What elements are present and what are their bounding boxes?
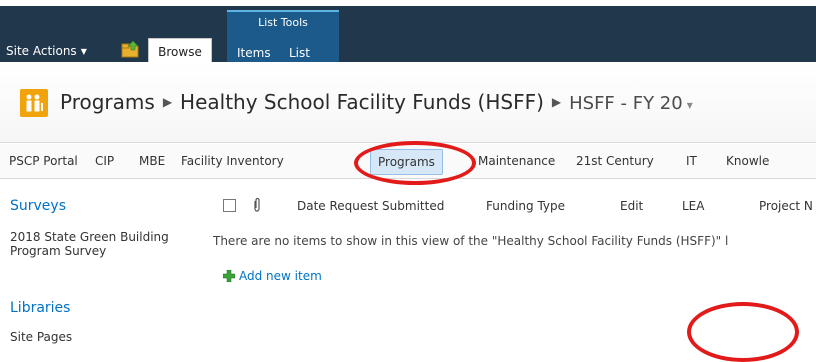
- quicklaunch-survey-link[interactable]: 2018 State Green Building Program Survey: [10, 230, 200, 258]
- site-actions-label: Site Actions: [6, 44, 77, 58]
- quicklaunch-libraries-heading[interactable]: Libraries: [10, 300, 70, 316]
- chevron-right-icon: ▶: [162, 95, 173, 109]
- topnav-mbe[interactable]: MBE: [139, 154, 165, 168]
- chevron-down-icon: ▼: [80, 47, 87, 56]
- select-all-checkbox[interactable]: [223, 199, 236, 212]
- tab-browse[interactable]: Browse: [148, 38, 212, 63]
- topnav-facility-inventory[interactable]: Facility Inventory: [181, 154, 284, 168]
- topnav-knowledge[interactable]: Knowle: [726, 154, 769, 168]
- column-edit[interactable]: Edit: [620, 199, 643, 213]
- add-new-item-link[interactable]: Add new item: [239, 269, 322, 283]
- column-date-request-submitted[interactable]: Date Request Submitted: [297, 199, 444, 213]
- chevron-right-icon: ▶: [551, 95, 562, 109]
- quicklaunch-surveys-heading[interactable]: Surveys: [10, 198, 66, 214]
- view-dropdown-icon[interactable]: ▾: [687, 98, 693, 112]
- breadcrumb-programs[interactable]: Programs: [60, 90, 155, 114]
- tab-list[interactable]: List: [289, 46, 310, 60]
- site-actions-menu[interactable]: Site Actions ▼: [6, 44, 87, 59]
- column-project-name[interactable]: Project N: [759, 199, 813, 213]
- breadcrumb-hsff[interactable]: Healthy School Facility Funds (HSFF): [180, 90, 544, 114]
- annotation-circle-empty-area: [687, 302, 799, 362]
- topnav-21st-century[interactable]: 21st Century: [576, 154, 654, 168]
- quicklaunch-site-pages-link[interactable]: Site Pages: [10, 330, 200, 344]
- topnav-it[interactable]: IT: [686, 154, 697, 168]
- tab-items[interactable]: Items: [237, 46, 271, 60]
- people-icon: [26, 94, 43, 112]
- tab-browse-label: Browse: [158, 45, 202, 59]
- topnav-maintenance[interactable]: Maintenance: [478, 154, 555, 168]
- breadcrumb: Programs ▶ Healthy School Facility Funds (…: [60, 89, 693, 118]
- navigate-up-icon[interactable]: [121, 40, 141, 58]
- breadcrumb-current-view[interactable]: HSFF - FY 20: [569, 93, 683, 114]
- empty-list-message: There are no items to show in this view …: [213, 234, 729, 248]
- list-tools-label: List Tools: [258, 16, 308, 29]
- page-title-area: Programs ▶ Healthy School Facility Funds (…: [0, 62, 816, 143]
- column-lea[interactable]: LEA: [682, 199, 704, 213]
- quick-launch: Surveys 2018 State Green Building Progra…: [0, 179, 205, 347]
- list-tools-contextual-group: List Tools Items List: [227, 10, 339, 64]
- column-funding-type[interactable]: Funding Type: [486, 199, 565, 213]
- attachment-icon: [254, 197, 260, 212]
- add-icon[interactable]: [223, 270, 235, 282]
- site-logo-icon[interactable]: [20, 89, 48, 117]
- topnav-cip[interactable]: CIP: [95, 154, 114, 168]
- topnav-pscp-portal[interactable]: PSCP Portal: [9, 154, 78, 168]
- ribbon-bar: Site Actions ▼ Browse List Tools Items Li…: [0, 6, 816, 64]
